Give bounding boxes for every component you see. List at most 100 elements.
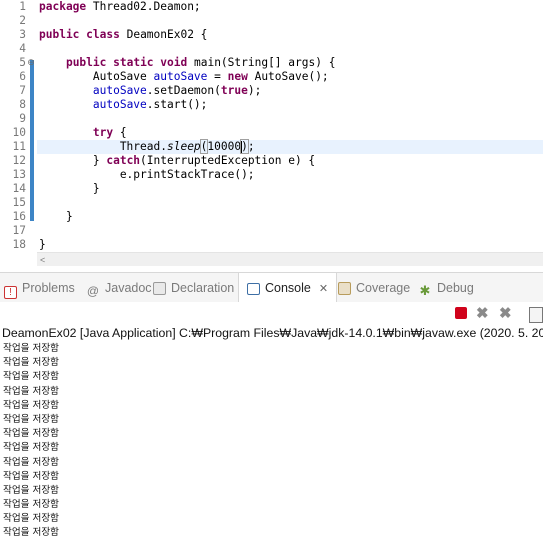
console-toolbar: ✖ ✖ — [0, 302, 543, 324]
matching-bracket: ) — [240, 139, 249, 154]
line-number: 4 — [19, 42, 26, 55]
console-output-line: 작업을 저장함 — [3, 470, 60, 482]
console-output-line: 작업을 저장함 — [3, 385, 60, 397]
code-token: } — [39, 182, 100, 195]
console-output-line: 작업을 저장함 — [3, 357, 60, 369]
console-description: DeamonEx02 [Java Application] C:₩Program… — [2, 326, 543, 340]
console-icon — [247, 283, 260, 295]
fold-collapse-icon[interactable]: ⊖ — [26, 56, 36, 70]
tab-console[interactable]: Console ✕ — [238, 273, 338, 303]
remove-launch-icon[interactable]: ✖ — [476, 306, 489, 321]
code-token: main(String[] args) { — [187, 56, 336, 69]
line-number: 7 — [19, 84, 26, 97]
scroll-left-icon[interactable]: < — [40, 253, 45, 266]
keyword: catch — [106, 154, 141, 167]
terminate-icon[interactable] — [455, 307, 467, 319]
code-text: } — [39, 238, 46, 252]
tab-debug[interactable]: ✱ Debug — [418, 273, 474, 303]
code-text: } — [39, 182, 100, 196]
code-token: AutoSave(); — [247, 70, 329, 83]
keyword: void — [160, 56, 188, 69]
code-token: (InterruptedException e) { — [140, 154, 316, 167]
declaration-icon — [153, 282, 166, 295]
tab-coverage-label: Coverage — [356, 281, 411, 295]
tab-declaration[interactable]: Declaration — [153, 273, 234, 303]
line-number: 5 — [19, 56, 26, 69]
code-line: 15 — [0, 196, 543, 210]
code-text: Thread.sleep(10000); — [39, 139, 255, 154]
code-line: 16 } — [0, 210, 543, 224]
line-number: 8 — [19, 98, 26, 111]
keyword: static — [113, 56, 154, 69]
console-output-line: 작업을 저장함 — [3, 484, 60, 496]
code-token: ; — [247, 140, 255, 153]
console-output-line: 작업을 저장함 — [3, 371, 60, 383]
code-text: } catch(InterruptedException e) { — [39, 154, 315, 168]
console-output[interactable]: 작업을 저장함 작업을 저장함 작업을 저장함 작업을 저장함 작업을 저장함 작업을 저… — [3, 342, 543, 541]
line-number: 12 — [12, 154, 26, 167]
console-output-line: 작업을 저장함 — [3, 499, 60, 511]
close-icon[interactable]: ✕ — [319, 283, 328, 295]
debug-bug-icon: ✱ — [419, 283, 431, 298]
code-text: autoSave.setDaemon(true); — [39, 84, 261, 98]
tab-javadoc[interactable]: @ Javadoc — [86, 273, 152, 303]
code-line: 3 public class DeamonEx02 { — [0, 28, 543, 42]
code-line: 8 autoSave.start(); — [0, 98, 543, 112]
code-token: e.printStackTrace(); — [39, 168, 255, 181]
code-token: .start(); — [146, 98, 208, 111]
number-literal: 10000 — [207, 140, 242, 153]
tab-problems[interactable]: ! Problems — [4, 273, 75, 303]
tab-javadoc-label: Javadoc — [105, 281, 152, 295]
code-text: try { — [39, 126, 127, 140]
line-number: 18 — [12, 238, 26, 251]
code-token: { — [113, 126, 127, 139]
variable: autoSave — [92, 98, 147, 111]
line-number: 2 — [19, 14, 26, 27]
coverage-icon — [338, 282, 351, 295]
tab-coverage[interactable]: Coverage — [338, 273, 410, 303]
keyword: package — [39, 0, 87, 13]
keyword: class — [86, 28, 120, 41]
scroll-lock-icon[interactable] — [529, 307, 543, 323]
tab-debug-label: Debug — [437, 281, 474, 295]
code-token: = — [207, 70, 228, 83]
tab-console-label: Console — [265, 281, 311, 295]
variable: autoSave — [153, 70, 208, 83]
code-line: 5 ⊖ public static void main(String[] args… — [0, 56, 543, 70]
code-line: 9 — [0, 112, 543, 126]
variable: autoSave — [92, 84, 147, 97]
code-line: 7 autoSave.setDaemon(true); — [0, 84, 543, 98]
code-token: } — [39, 210, 73, 223]
code-token: DeamonEx02 { — [119, 28, 208, 41]
keyword: public — [65, 56, 107, 69]
code-line: 18} — [0, 238, 543, 252]
code-line: 6 AutoSave autoSave = new AutoSave(); — [0, 70, 543, 84]
code-line: 12 } catch(InterruptedException e) { — [0, 154, 543, 168]
code-token: Thread02.Deamon; — [86, 0, 201, 13]
code-text: autoSave.start(); — [39, 98, 208, 112]
keyword: try — [92, 126, 114, 139]
code-text: public class DeamonEx02 { — [39, 28, 207, 42]
line-number: 10 — [12, 126, 26, 139]
remove-all-terminated-icon[interactable]: ✖ — [499, 306, 512, 321]
console-output-line: 작업을 저장함 — [3, 413, 60, 425]
static-method: sleep — [166, 140, 201, 153]
code-line: 2 — [0, 14, 543, 28]
keyword: new — [227, 70, 248, 83]
console-output-line: 작업을 저장함 — [3, 428, 60, 440]
code-line: 10 try { — [0, 126, 543, 140]
code-line: 17 — [0, 224, 543, 238]
keyword: public — [39, 28, 80, 41]
tab-problems-label: Problems — [22, 281, 75, 295]
horizontal-scrollbar[interactable]: < — [37, 252, 543, 266]
line-number: 16 — [12, 210, 26, 223]
javadoc-icon: @ — [86, 284, 100, 298]
code-editor[interactable]: 1 package Thread02.Deamon; 2 3 public class … — [0, 0, 543, 266]
line-number: 6 — [19, 70, 26, 83]
line-number: 9 — [19, 112, 26, 125]
line-number: 1 — [19, 0, 26, 13]
